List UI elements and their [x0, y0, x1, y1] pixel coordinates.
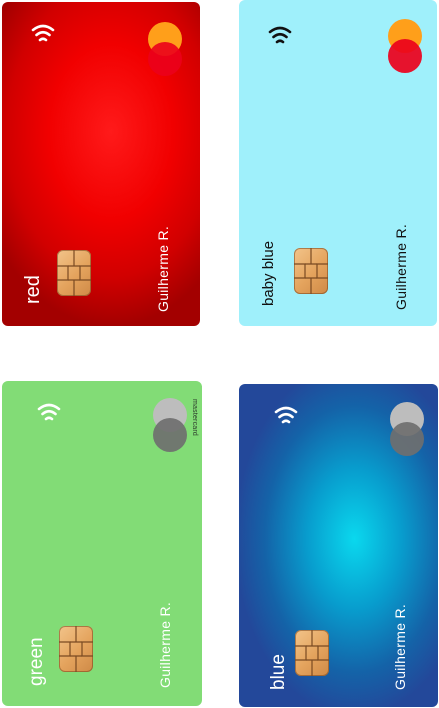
contactless-icon: [270, 402, 302, 434]
chip-icon: [59, 626, 93, 672]
card-green[interactable]: mastercard green Guilherme R.: [2, 381, 202, 706]
card-holder-name: Guilherme R.: [392, 603, 408, 690]
card-blue[interactable]: blue Guilherme R.: [239, 384, 438, 707]
card-baby-blue[interactable]: baby blue Guilherme R.: [239, 0, 437, 326]
mastercard-logo: [148, 22, 182, 78]
card-holder-name: Guilherme R.: [393, 223, 409, 310]
mastercard-wordmark: mastercard: [191, 399, 198, 437]
card-name: green: [26, 637, 47, 686]
card-name: red: [22, 275, 44, 304]
card-name: baby blue: [260, 240, 277, 306]
contactless-icon: [27, 20, 59, 52]
mastercard-logo: [388, 19, 422, 75]
card-holder-name: Guilherme R.: [155, 225, 171, 312]
card-holder-name: Guilherme R.: [157, 601, 173, 688]
contactless-icon: [33, 399, 65, 431]
mastercard-logo: [390, 402, 424, 458]
mastercard-logo: [153, 398, 187, 454]
contactless-icon: [264, 22, 296, 54]
card-name: blue: [268, 654, 289, 690]
card-red[interactable]: red Guilherme R.: [2, 2, 200, 326]
chip-icon: [294, 248, 328, 294]
chip-icon: [295, 630, 329, 676]
chip-icon: [57, 250, 91, 296]
